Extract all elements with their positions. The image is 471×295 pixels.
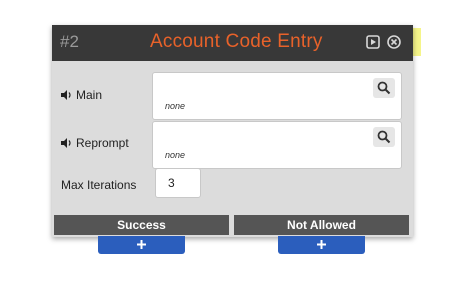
speaker-icon[interactable] (61, 89, 73, 100)
main-prompt-field[interactable]: none (152, 72, 402, 120)
reprompt-value: none (165, 150, 186, 160)
node-title: Account Code Entry (150, 31, 323, 52)
selection-highlight (412, 28, 421, 56)
main-prompt-value: none (165, 101, 186, 111)
node-header[interactable]: #2 Account Code Entry (52, 25, 413, 61)
reprompt-label: Reprompt (61, 136, 129, 150)
reprompt-search-button[interactable] (373, 127, 395, 147)
max-iterations-input[interactable]: 3 (155, 168, 201, 198)
plus-icon (317, 240, 326, 249)
main-prompt-label: Main (61, 88, 102, 102)
main-prompt-search-button[interactable] (373, 78, 395, 98)
node-id: #2 (60, 32, 79, 51)
speaker-icon[interactable] (61, 137, 73, 148)
plus-icon (137, 240, 146, 249)
play-square-icon[interactable] (366, 35, 380, 49)
close-circle-icon[interactable] (387, 35, 401, 49)
add-not-allowed-button[interactable] (278, 236, 365, 254)
flow-node[interactable]: #2 Account Code Entry Main none Reprompt… (52, 25, 413, 237)
exit-success[interactable]: Success (54, 215, 229, 235)
search-icon (377, 81, 391, 95)
main-prompt-label-text: Main (76, 88, 103, 102)
search-icon (377, 130, 391, 144)
reprompt-label-text: Reprompt (76, 136, 129, 150)
reprompt-field[interactable]: none (152, 121, 402, 169)
exit-not-allowed[interactable]: Not Allowed (234, 215, 409, 235)
max-iterations-label: Max Iterations (61, 178, 137, 192)
add-success-button[interactable] (98, 236, 185, 254)
